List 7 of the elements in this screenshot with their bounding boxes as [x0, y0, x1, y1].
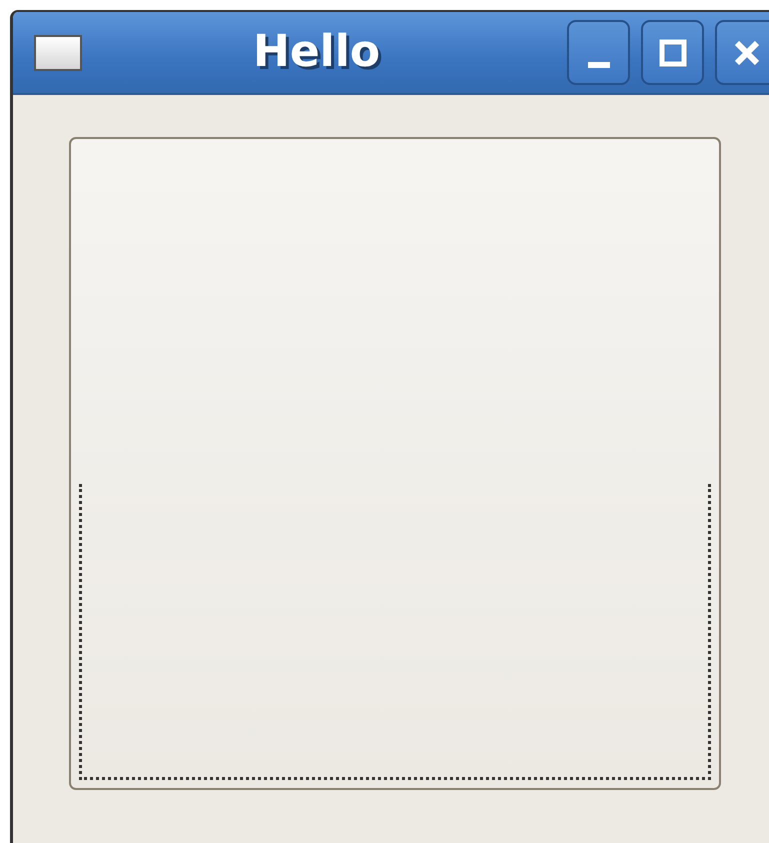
window-icon	[34, 34, 82, 70]
close-button[interactable]	[715, 20, 769, 85]
maximize-icon	[658, 38, 688, 68]
maximize-button[interactable]	[641, 20, 704, 85]
minimize-button[interactable]	[567, 20, 630, 85]
window-title: Hello	[253, 26, 380, 77]
minimize-icon	[588, 62, 610, 68]
